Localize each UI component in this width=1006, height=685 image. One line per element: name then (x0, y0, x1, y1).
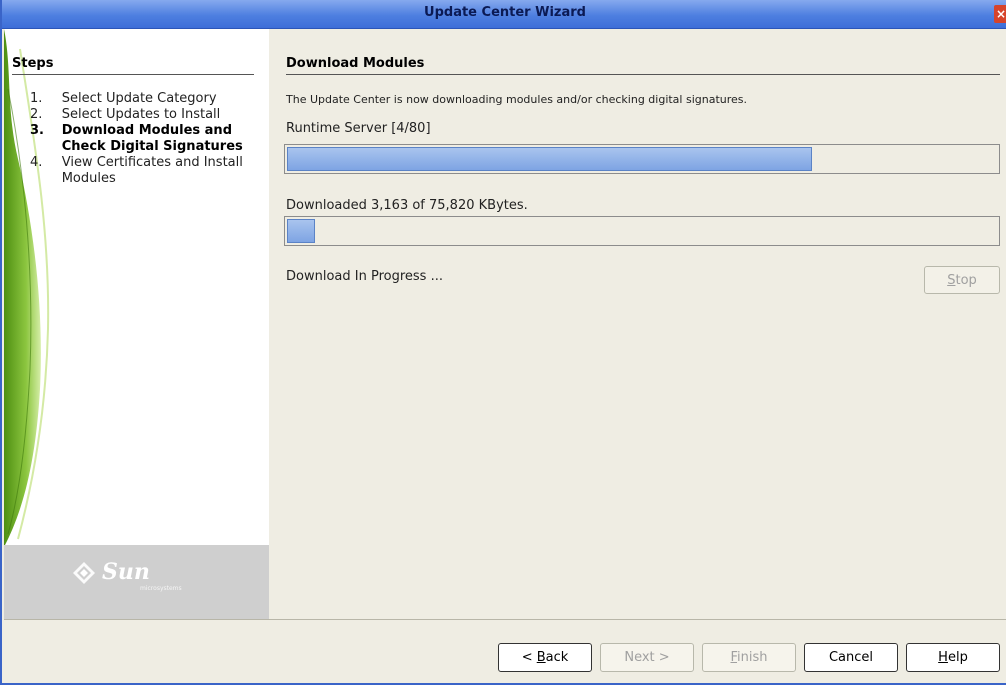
panel-heading: Download Modules (286, 56, 1000, 75)
step-number: 3. (30, 123, 44, 138)
runtime-server-label: Runtime Server [4/80] (286, 121, 431, 136)
stop-label-rest: top (955, 273, 977, 288)
sun-logo-text: Sun (102, 559, 150, 585)
download-progress-fill (287, 219, 316, 243)
step-3-current: 3. Download Modules and Check Digital Si… (30, 123, 260, 155)
step-4: 4. View Certificates and Install Modules (30, 155, 260, 187)
steps-list: 1. Select Update Category 2. Select Upda… (30, 91, 260, 187)
help-label: Help (938, 650, 968, 665)
step-label: Select Updates to Install (61, 107, 221, 122)
next-button[interactable]: Next > (600, 643, 694, 672)
step-label: Download Modules and Check Digital Signa… (61, 123, 243, 154)
back-button[interactable]: < Back (498, 643, 592, 672)
status-text: Download In Progress ... (286, 269, 443, 284)
download-label: Downloaded 3,163 of 75,820 KBytes. (286, 198, 528, 213)
sun-diamond-icon (73, 562, 95, 584)
download-progress-bar (284, 216, 1000, 246)
runtime-progress-fill (287, 147, 813, 171)
back-label: < Back (521, 650, 569, 665)
finish-label: Finish (730, 650, 768, 665)
mnemonic-letter: H (938, 650, 948, 665)
cancel-button[interactable]: Cancel (804, 643, 898, 672)
finish-button[interactable]: Finish (702, 643, 796, 672)
steps-panel: Steps 1. Select Update Category 2. Selec… (4, 29, 269, 619)
mnemonic-letter: F (730, 650, 738, 665)
step-number: 2. (30, 107, 43, 122)
sun-logo: Sun microsystems (73, 559, 182, 592)
step-number: 1. (30, 91, 43, 106)
step-number: 4. (30, 155, 43, 170)
mnemonic-letter: B (536, 650, 546, 665)
button-separator (4, 619, 1006, 620)
step-label: Select Update Category (61, 91, 217, 106)
sun-logo-subtext: microsystems (140, 585, 182, 592)
title-bar[interactable]: Update Center Wizard × (2, 0, 1006, 29)
sun-logo-area: Sun microsystems (4, 545, 269, 619)
steps-heading: Steps (12, 56, 254, 75)
step-2: 2. Select Updates to Install (30, 107, 260, 123)
description-text: The Update Center is now downloading mod… (286, 93, 748, 106)
step-1: 1. Select Update Category (30, 91, 260, 107)
step-label: View Certificates and Install Modules (61, 155, 243, 186)
stop-button[interactable]: Stop (924, 266, 1000, 294)
window-title: Update Center Wizard (424, 5, 586, 20)
wizard-window: Update Center Wizard × Steps 1. Select U… (0, 0, 1006, 685)
runtime-progress-bar (284, 144, 1000, 174)
help-button[interactable]: Help (906, 643, 1000, 672)
close-icon[interactable]: × (994, 5, 1006, 23)
